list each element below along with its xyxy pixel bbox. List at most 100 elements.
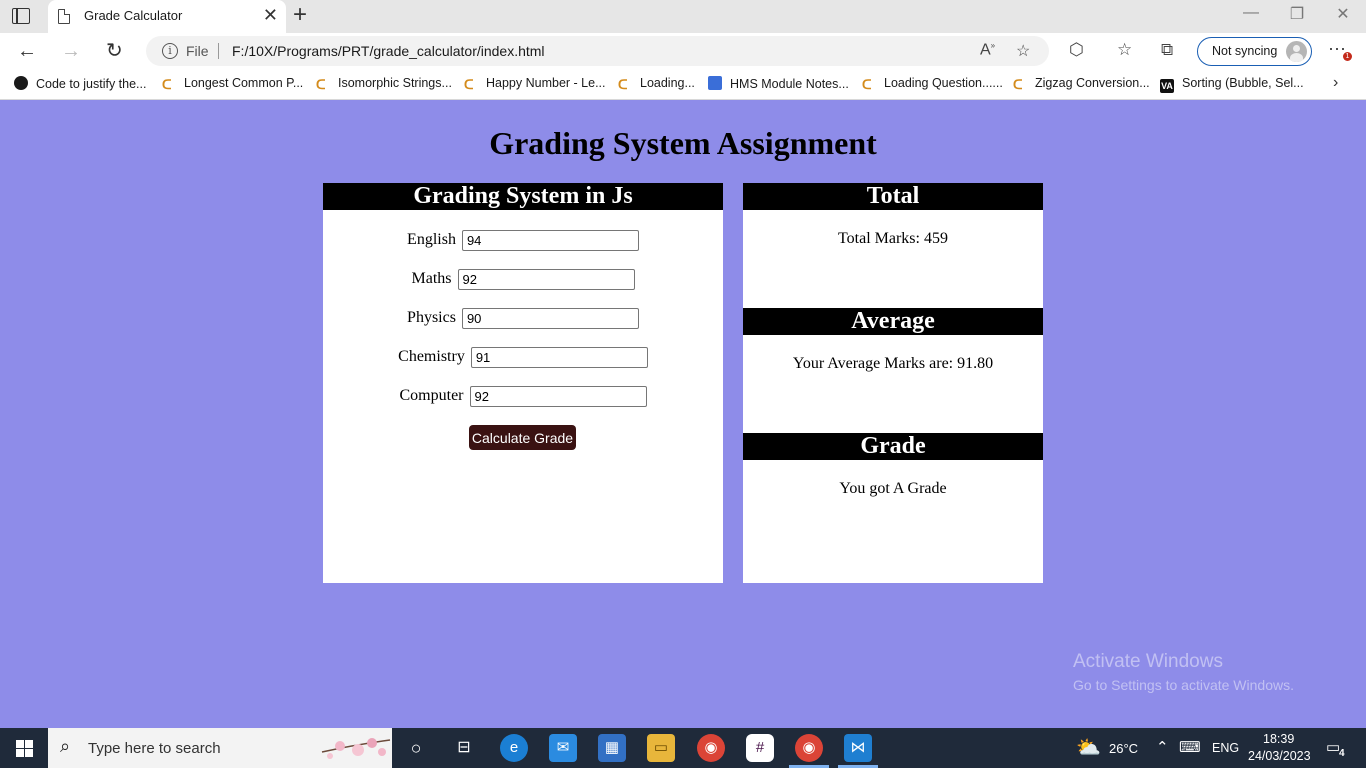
windows-start-icon[interactable] [0, 728, 48, 768]
bookmark-item[interactable]: ᑕ Zigzag Conversion... [1013, 76, 1150, 92]
field-row-physics: Physics [323, 308, 723, 329]
field-label: Computer [399, 387, 464, 405]
read-aloud-icon[interactable]: A» [980, 41, 995, 59]
watermark-line-1: Activate Windows [1073, 651, 1223, 672]
chevron-up-icon[interactable]: ⌃ [1156, 738, 1169, 756]
average-title: Average [743, 308, 1043, 335]
leetcode-icon: ᑕ [162, 77, 172, 92]
keyboard-icon[interactable]: ⌨ [1179, 738, 1201, 756]
field-label: English [407, 231, 456, 249]
weather-temperature[interactable]: 26°C [1109, 741, 1138, 756]
scheme-label: File [186, 43, 209, 59]
omnibox[interactable]: i File F:/10X/Programs/PRT/grade_calcula… [146, 36, 1049, 66]
add-favorite-icon[interactable]: ☆ [1016, 41, 1030, 61]
avatar [1286, 41, 1307, 62]
search-icon: ⌕ [60, 736, 71, 756]
leetcode-icon: ᑕ [316, 77, 326, 92]
field-row-chemistry: Chemistry [323, 347, 723, 368]
profile-button[interactable]: Not syncing [1197, 37, 1312, 66]
slack-icon[interactable]: # [746, 734, 774, 762]
vscode-icon[interactable]: ⋈ [844, 734, 872, 762]
field-row-english: English [323, 230, 723, 251]
leetcode-icon: ᑕ [862, 77, 872, 92]
chevron-right-icon[interactable]: › [1333, 74, 1338, 92]
search-placeholder: Type here to search [88, 740, 221, 757]
page-title: Grading System Assignment [489, 125, 877, 161]
bookmark-item[interactable]: ᑕ Loading Question...... [862, 76, 1003, 92]
omnibox-divider [218, 43, 219, 59]
address-bar: ← → ↻ i File F:/10X/Programs/PRT/grade_c… [0, 33, 1366, 70]
leetcode-icon: ᑕ [1013, 77, 1023, 92]
page-icon [58, 9, 70, 24]
visualgo-icon: VA [1160, 79, 1174, 93]
language-indicator[interactable]: ENG [1212, 741, 1239, 755]
collections-icon[interactable]: ⧉ [1161, 40, 1173, 60]
refresh-icon[interactable]: ↻ [106, 39, 123, 63]
notification-count: 4 [1339, 748, 1345, 759]
chrome-icon[interactable]: ◉ [697, 734, 725, 762]
bookmark-item[interactable]: VA Sorting (Bubble, Sel... [1160, 76, 1304, 93]
total-section: Total Total Marks: 459 [743, 183, 1043, 248]
forward-icon[interactable]: → [61, 39, 81, 63]
field-label: Maths [411, 270, 452, 288]
bookmark-item[interactable]: ᑕ Longest Common P... [162, 76, 303, 92]
form-title: Grading System in Js [323, 183, 723, 210]
bookmark-item[interactable]: ᑕ Loading... [618, 76, 695, 92]
tab-actions-icon[interactable] [12, 8, 30, 24]
field-row-computer: Computer [323, 386, 723, 407]
calculate-grade-button[interactable]: Calculate Grade [469, 425, 576, 450]
extensions-icon[interactable]: ⬡ [1069, 40, 1084, 60]
profile-label: Not syncing [1212, 44, 1278, 58]
results-panel: Total Total Marks: 459 Average Your Aver… [743, 183, 1043, 583]
taskbar-search[interactable]: ⌕ Type here to search [48, 728, 392, 768]
weather-icon[interactable]: ⛅ [1076, 735, 1101, 760]
physics-input[interactable] [461, 308, 639, 329]
info-icon[interactable]: i [162, 43, 178, 59]
activation-watermark: Activate Windows Go to Settings to activ… [1073, 651, 1294, 693]
new-tab-button[interactable]: + [293, 3, 307, 27]
close-tab-icon[interactable]: ✕ [263, 5, 278, 25]
url-text[interactable]: F:/10X/Programs/PRT/grade_calculator/ind… [232, 43, 545, 59]
bookmark-item[interactable]: Code to justify the... [14, 76, 146, 91]
clock-time[interactable]: 18:39 [1263, 732, 1294, 746]
browser-titlebar: Grade Calculator ✕ + — ❐ ✕ [0, 0, 1366, 33]
field-label: Chemistry [398, 348, 465, 366]
leetcode-icon: ᑕ [618, 77, 628, 92]
github-icon [14, 76, 28, 90]
document-icon [708, 76, 722, 90]
grade-title: Grade [743, 433, 1043, 460]
computer-input[interactable] [469, 386, 647, 407]
english-input[interactable] [461, 230, 639, 251]
field-row-maths: Maths [323, 269, 723, 290]
minimize-icon[interactable]: — [1228, 4, 1274, 22]
task-view-icon[interactable]: ⊟ [450, 734, 478, 762]
browser-tab[interactable]: Grade Calculator ✕ [48, 0, 286, 33]
bookmarks-bar: Code to justify the... ᑕ Longest Common P… [0, 70, 1366, 100]
mail-icon[interactable]: ✉ [549, 734, 577, 762]
field-label: Physics [407, 309, 456, 327]
bookmark-item[interactable]: ᑕ Happy Number - Le... [464, 76, 606, 92]
cherry-blossom-icon [321, 738, 391, 759]
grade-text: You got A Grade [839, 480, 947, 497]
maths-input[interactable] [457, 269, 635, 290]
total-title: Total [743, 183, 1043, 210]
bookmark-item[interactable]: HMS Module Notes... [708, 76, 849, 91]
back-icon[interactable]: ← [17, 39, 37, 63]
edge-icon[interactable]: e [500, 734, 528, 762]
store-icon[interactable]: ▦ [598, 734, 626, 762]
cortana-icon[interactable]: ○ [402, 734, 430, 762]
bookmark-item[interactable]: ᑕ Isomorphic Strings... [316, 76, 452, 92]
chrome-profile-icon[interactable]: ◉ [795, 734, 823, 762]
grade-section: Grade You got A Grade [743, 433, 1043, 498]
restore-icon[interactable]: ❐ [1274, 4, 1320, 24]
watermark-line-2: Go to Settings to activate Windows. [1073, 677, 1294, 693]
taskbar: ⌕ Type here to search ○ ⊟ e ✉ ▦ ▭ ◉ # ◉ … [0, 728, 1366, 768]
chemistry-input[interactable] [470, 347, 648, 368]
notification-badge: 1 [1343, 52, 1352, 61]
total-marks-text: Total Marks: 459 [838, 230, 948, 247]
file-explorer-icon[interactable]: ▭ [647, 734, 675, 762]
clock-date[interactable]: 24/03/2023 [1248, 749, 1311, 763]
tab-title: Grade Calculator [84, 8, 183, 23]
close-window-icon[interactable]: ✕ [1320, 4, 1366, 24]
favorites-icon[interactable]: ☆ [1117, 40, 1132, 60]
